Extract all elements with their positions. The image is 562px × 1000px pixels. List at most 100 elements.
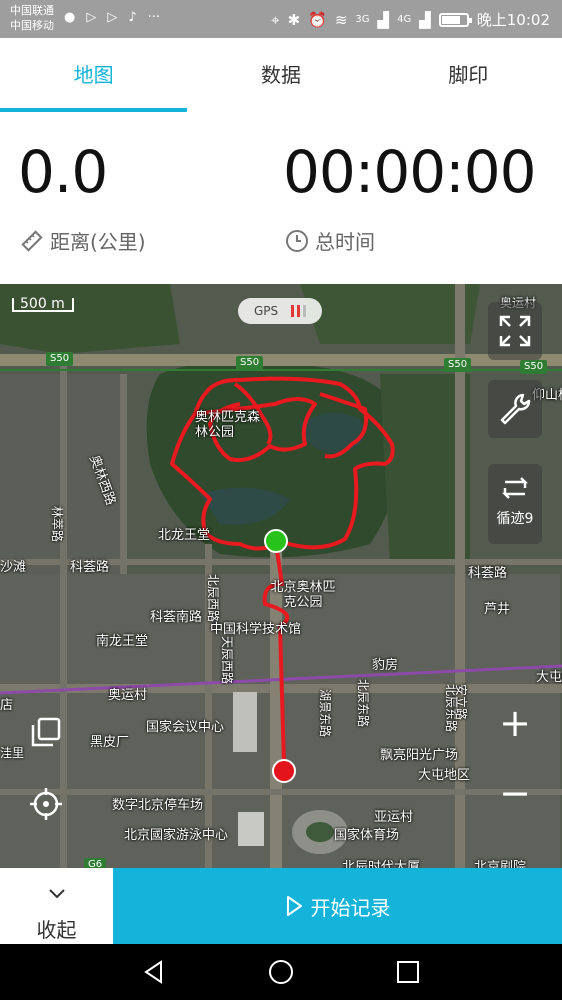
carrier-info: 中国联通 中国移动	[10, 3, 54, 33]
road-badge: S50	[236, 356, 264, 370]
place-label: 沙滩	[0, 560, 27, 575]
start-recording-label: 开始记录	[310, 895, 391, 920]
place-label: 北京國家游泳中心	[124, 828, 229, 843]
app-root: 中国联通 中国移动 ● ▷ ▷ ♪ ··· ⌖ ✱ ⏰ ≋ 3G ▟ 4G ▟ …	[0, 0, 562, 1000]
clock-icon	[286, 229, 308, 252]
expand-icon	[499, 315, 531, 347]
wechat-icon: ●	[64, 10, 76, 25]
tab-bar: 地图 数据 脚印	[0, 38, 562, 112]
place-label: 数字北京停车场	[112, 798, 204, 813]
status-bar: 中国联通 中国移动 ● ▷ ▷ ♪ ··· ⌖ ✱ ⏰ ≋ 3G ▟ 4G ▟ …	[0, 0, 562, 38]
carrier-2: 中国移动	[10, 19, 54, 32]
play-icon: ▷	[86, 10, 97, 25]
collapse-button[interactable]: 收起	[0, 868, 113, 944]
signal-icon: ▟	[419, 10, 431, 29]
place-label: 林萃路	[50, 506, 64, 543]
place-label: 湖景东路	[318, 689, 332, 738]
network-4g: 4G	[397, 14, 412, 25]
play-icon: ▷	[107, 10, 118, 25]
place-label: 科荟路	[70, 560, 110, 575]
place-label: 天辰西路	[220, 636, 234, 685]
back-icon[interactable]	[141, 959, 167, 985]
place-label: 大屯地区	[418, 768, 471, 783]
alarm-icon: ⏰	[308, 10, 327, 29]
more-icon: ···	[147, 10, 161, 25]
chevron-down-icon	[48, 889, 65, 899]
crosshair-icon	[30, 788, 62, 820]
locate-button[interactable]	[22, 780, 70, 828]
place-label: 北京奥林匹克公园	[270, 580, 336, 610]
place-label: 奥运村	[108, 688, 148, 703]
place-label: 国家体育场	[334, 828, 400, 843]
collapse-label: 收起	[36, 918, 77, 942]
distance-label: 距离(公里)	[50, 230, 146, 254]
recents-icon[interactable]	[395, 959, 421, 985]
gps-label: GPS	[254, 304, 279, 318]
place-label: 北辰西路	[206, 574, 220, 623]
gps-signal: GPS	[238, 298, 322, 324]
loop-label: 循迹9	[496, 511, 534, 527]
layers-icon	[31, 717, 61, 747]
notification-icons: ● ▷ ▷ ♪ ···	[64, 10, 160, 25]
wrench-icon	[500, 393, 531, 425]
fullscreen-button[interactable]	[488, 302, 542, 360]
layers-button[interactable]	[22, 708, 70, 756]
place-label: 大屯路	[536, 670, 562, 685]
system-nav-bar	[0, 944, 562, 1000]
place-label: 中国科学技术馆	[210, 622, 302, 637]
loop-icon	[501, 477, 529, 499]
place-label: 国家会议中心	[146, 720, 225, 735]
distance-value: 0.0	[18, 138, 108, 206]
place-label: 亚运村	[374, 810, 414, 825]
clock: 晚上10:02	[476, 11, 550, 29]
place-label: 飘亮阳光广场	[380, 748, 459, 763]
home-icon[interactable]	[268, 959, 294, 985]
place-label: 奥林匹克森林公园	[195, 410, 261, 440]
wifi-icon: ≋	[334, 10, 348, 29]
place-label: 安立路	[454, 684, 468, 721]
road-badge: G6	[84, 858, 107, 868]
play-icon	[286, 896, 302, 916]
signal-icon: ▟	[377, 10, 390, 29]
location-icon: ⌖	[271, 10, 280, 29]
ruler-icon	[21, 229, 43, 252]
stats-panel: 0.0 距离(公里) 00:00:00 总时间	[0, 112, 562, 284]
battery-icon	[438, 12, 472, 27]
scale-label: 500 m	[20, 296, 65, 312]
place-label: 北辰东路	[356, 679, 370, 728]
zoom-controls: + −	[488, 698, 542, 838]
place-label: 北龙王堂	[158, 528, 211, 543]
distance-label-group: 距离(公里)	[20, 226, 146, 255]
gps-strength-icon	[291, 305, 306, 317]
road-badge: S50	[46, 352, 74, 366]
zoom-in-button[interactable]: +	[488, 698, 542, 748]
tab-data[interactable]: 数据	[187, 38, 374, 112]
place-label: 北辰时代大厦	[342, 860, 421, 868]
system-icons: ⌖ ✱ ⏰ ≋ 3G ▟ 4G ▟ 晚上10:02	[271, 9, 550, 30]
place-label: 北京剧院	[474, 860, 527, 868]
carrier-1: 中国联通	[10, 4, 54, 17]
zoom-out-button[interactable]: −	[488, 748, 542, 838]
tab-footprint[interactable]: 脚印	[375, 38, 562, 112]
start-recording-button[interactable]: 开始记录	[113, 868, 562, 944]
map-view[interactable]: 500 m GPS S50 S50 S50 S50 G6 奥林匹克森林公园 奥林…	[0, 284, 562, 868]
network-3g: 3G	[355, 14, 370, 25]
place-label: 洼里	[0, 746, 25, 760]
place-label: 科荟路	[468, 566, 508, 581]
time-value: 00:00:00	[283, 138, 536, 206]
loop-track-button[interactable]: 循迹9	[488, 464, 542, 544]
time-label-group: 总时间	[285, 226, 375, 255]
place-label: 科荟南路	[150, 610, 203, 625]
place-label: 店	[0, 698, 14, 713]
place-label: 黑皮厂	[90, 735, 130, 750]
place-label: 芦井	[484, 602, 511, 617]
place-label: 豹房	[372, 658, 399, 673]
tiktok-icon: ♪	[128, 10, 137, 25]
bluetooth-icon: ✱	[287, 10, 301, 29]
road-badge: S50	[520, 360, 548, 374]
place-label: 南龙王堂	[96, 634, 149, 649]
time-label: 总时间	[315, 230, 375, 254]
tab-map[interactable]: 地图	[0, 38, 187, 112]
settings-button[interactable]	[488, 380, 542, 438]
road-badge: S50	[444, 358, 472, 372]
